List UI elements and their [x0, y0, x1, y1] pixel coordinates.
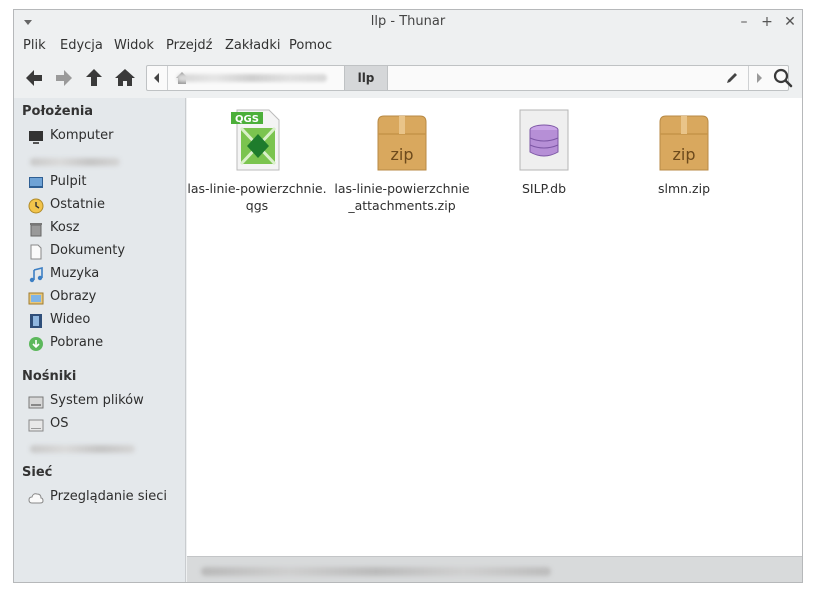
- drive-icon: [28, 396, 44, 409]
- sidebar-item-pobrane[interactable]: Pobrane: [28, 334, 178, 354]
- path-scroll-right-button[interactable]: [748, 66, 769, 90]
- video-icon: [30, 314, 42, 328]
- sidebar-item-label: System plików: [50, 393, 144, 408]
- path-crumbs-redacted[interactable]: [177, 74, 327, 82]
- sidebar-heading-places: Położenia: [22, 104, 94, 119]
- sidebar-item-przegladanie-sieci[interactable]: Przeglądanie sieci: [28, 488, 178, 508]
- trash-icon: [30, 223, 42, 237]
- menu-pomoc[interactable]: Pomoc: [289, 38, 332, 53]
- sidebar-item-obrazy[interactable]: Obrazy: [28, 288, 178, 308]
- search-icon[interactable]: [770, 65, 796, 91]
- file-item[interactable]: QGS las-linie-powierzchnie.qgs: [187, 108, 327, 214]
- sidebar-item-kosz[interactable]: Kosz: [28, 219, 178, 239]
- menu-edycja[interactable]: Edycja: [60, 38, 103, 53]
- sidebar-item-wideo[interactable]: Wideo: [28, 311, 178, 331]
- file-item[interactable]: SILP.db: [474, 108, 614, 197]
- back-arrow-icon[interactable]: [21, 65, 47, 91]
- close-icon[interactable]: ✕: [782, 13, 798, 31]
- menu-widok[interactable]: Widok: [114, 38, 154, 53]
- music-icon: [29, 267, 43, 283]
- pictures-icon: [28, 292, 44, 305]
- sidebar-item-redacted[interactable]: [30, 158, 120, 166]
- sidebar-heading-network: Sieć: [22, 465, 53, 480]
- database-file-icon: [519, 109, 569, 171]
- document-icon: [30, 244, 42, 260]
- zip-badge-text: zip: [391, 145, 414, 164]
- sidebar-item-label: Wideo: [50, 312, 91, 327]
- desktop-icon: [29, 177, 43, 188]
- file-name: SILP.db: [521, 181, 567, 196]
- sidebar-item-ostatnie[interactable]: Ostatnie: [28, 196, 178, 216]
- menu-zakladki[interactable]: Zakładki: [225, 38, 280, 53]
- minimize-icon[interactable]: –: [736, 13, 752, 31]
- home-icon[interactable]: [112, 65, 138, 91]
- sidebar-item-label: Obrazy: [50, 289, 97, 304]
- location-pathbar: llp: [146, 65, 789, 91]
- zip-archive-icon: zip: [377, 115, 427, 171]
- edit-location-icon[interactable]: [724, 70, 740, 86]
- download-icon: [29, 337, 43, 351]
- path-scroll-left-button[interactable]: [147, 66, 168, 90]
- forward-arrow-icon[interactable]: [51, 65, 77, 91]
- file-item[interactable]: zip slmn.zip: [614, 108, 754, 197]
- file-name: las-linie-powierzchnie_attachments.zip: [334, 181, 470, 213]
- sidebar-item-pulpit[interactable]: Pulpit: [28, 173, 178, 193]
- sidebar-item-label: Dokumenty: [50, 243, 126, 258]
- titlebar[interactable]: llp - Thunar – + ✕: [14, 10, 802, 35]
- sidebar-item-system-plikow[interactable]: System plików: [28, 392, 178, 412]
- thunar-window: llp - Thunar – + ✕ Plik Edycja Widok Prz…: [13, 9, 803, 583]
- sidebar-item-muzyka[interactable]: Muzyka: [28, 265, 178, 285]
- chevron-left-icon: [154, 73, 159, 83]
- file-item[interactable]: zip las-linie-powierzchnie_attachments.z…: [332, 108, 472, 214]
- sidebar-item-os[interactable]: OS: [28, 415, 178, 435]
- sidebar-item-redacted[interactable]: [30, 445, 135, 453]
- file-view[interactable]: QGS las-linie-powierzchnie.qgs zip las-l…: [187, 98, 802, 556]
- file-name: las-linie-powierzchnie.qgs: [187, 181, 327, 213]
- path-crumb-current[interactable]: llp: [344, 66, 388, 90]
- sidebar-heading-devices: Nośniki: [22, 369, 77, 384]
- qgs-badge-text: QGS: [235, 114, 259, 125]
- statusbar: [187, 556, 802, 582]
- network-cloud-icon: [28, 493, 44, 504]
- chevron-right-icon: [757, 73, 762, 83]
- sidebar-item-label: Muzyka: [50, 266, 100, 281]
- sidebar-item-label: Przeglądanie sieci: [50, 489, 167, 504]
- menubar: Plik Edycja Widok Przejdź Zakładki Pomoc: [14, 35, 802, 57]
- sidebar-item-label: Ostatnie: [50, 197, 106, 212]
- sidebar-item-komputer[interactable]: Komputer: [28, 127, 178, 147]
- file-name: slmn.zip: [657, 181, 711, 196]
- sidebar-item-label: OS: [50, 416, 69, 431]
- sidebar: Położenia Komputer Pulpit Ostatnie Kosz: [14, 98, 186, 582]
- sidebar-item-dokumenty[interactable]: Dokumenty: [28, 242, 178, 262]
- toolbar: llp: [14, 60, 802, 94]
- menu-plik[interactable]: Plik: [23, 38, 46, 53]
- maximize-icon[interactable]: +: [759, 13, 775, 31]
- zip-badge-text: zip: [673, 145, 696, 164]
- up-arrow-icon[interactable]: [81, 65, 107, 91]
- sidebar-item-label: Pobrane: [50, 335, 104, 350]
- zip-archive-icon: zip: [659, 115, 709, 171]
- qgs-file-icon: QGS: [231, 109, 280, 171]
- status-text-redacted: [201, 567, 551, 576]
- sidebar-item-label: Pulpit: [50, 174, 87, 189]
- computer-icon: [29, 131, 43, 144]
- recent-icon: [28, 198, 44, 214]
- drive-icon: [28, 419, 44, 432]
- menu-przejdz[interactable]: Przejdź: [166, 38, 212, 53]
- sidebar-item-label: Komputer: [50, 128, 114, 143]
- window-title: llp - Thunar: [370, 14, 446, 29]
- sidebar-item-label: Kosz: [50, 220, 80, 235]
